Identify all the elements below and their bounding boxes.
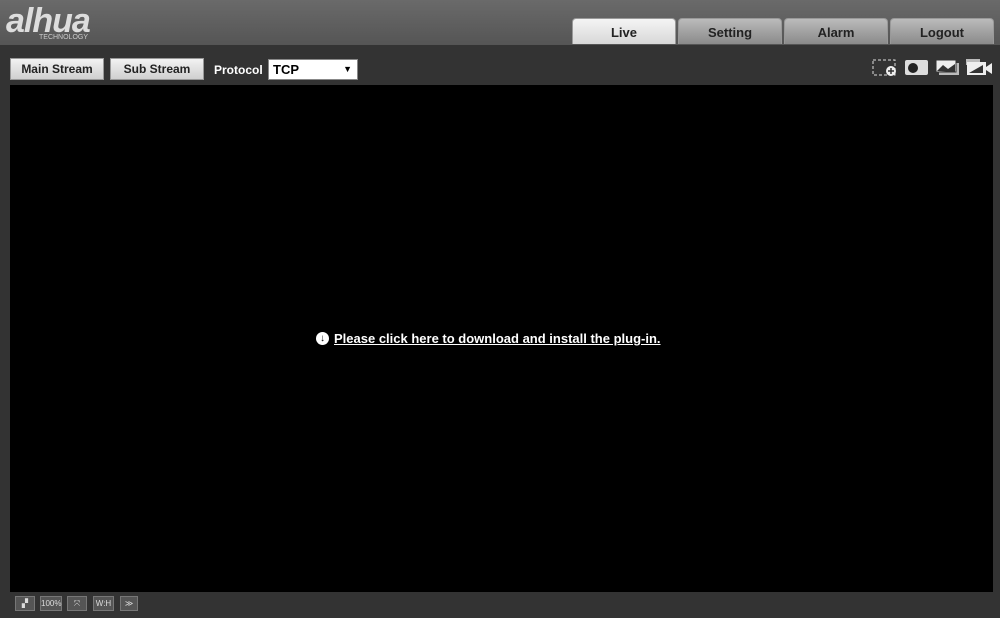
main-stream-button[interactable]: Main Stream: [10, 58, 104, 80]
fullscreen-icon[interactable]: ⤧: [67, 596, 87, 611]
download-plugin-link[interactable]: ↓ Please click here to download and insta…: [316, 331, 661, 346]
triple-snapshot-icon[interactable]: [935, 58, 961, 76]
record-icon[interactable]: [965, 58, 992, 76]
protocol-label: Protocol: [214, 63, 263, 77]
protocol-value: TCP: [273, 62, 299, 77]
header: alhua TECHNOLOGY Live Setting Alarm Logou…: [0, 0, 1000, 45]
tab-alarm[interactable]: Alarm: [784, 18, 888, 44]
snapshot-icon[interactable]: [904, 58, 930, 76]
zoom-region-icon[interactable]: [872, 58, 898, 76]
tab-logout[interactable]: Logout: [890, 18, 994, 44]
aspect-ratio-button[interactable]: W:H: [93, 596, 114, 611]
protocol-select[interactable]: TCP ▼: [268, 59, 358, 80]
tab-live[interactable]: Live: [572, 18, 676, 44]
sub-stream-button[interactable]: Sub Stream: [110, 58, 204, 80]
logo: alhua TECHNOLOGY: [6, 2, 91, 41]
tab-setting[interactable]: Setting: [678, 18, 782, 44]
video-area[interactable]: ↓ Please click here to download and insta…: [10, 85, 993, 592]
download-icon: ↓: [316, 332, 329, 345]
fluency-icon[interactable]: ≫: [120, 596, 138, 611]
plugin-link-text: Please click here to download and instal…: [334, 331, 661, 346]
dropdown-arrow-icon: ▼: [343, 64, 352, 74]
logo-subtext: TECHNOLOGY: [39, 34, 89, 41]
image-adjust-icon[interactable]: ▞: [15, 596, 35, 611]
original-size-button[interactable]: 100%: [40, 596, 62, 611]
